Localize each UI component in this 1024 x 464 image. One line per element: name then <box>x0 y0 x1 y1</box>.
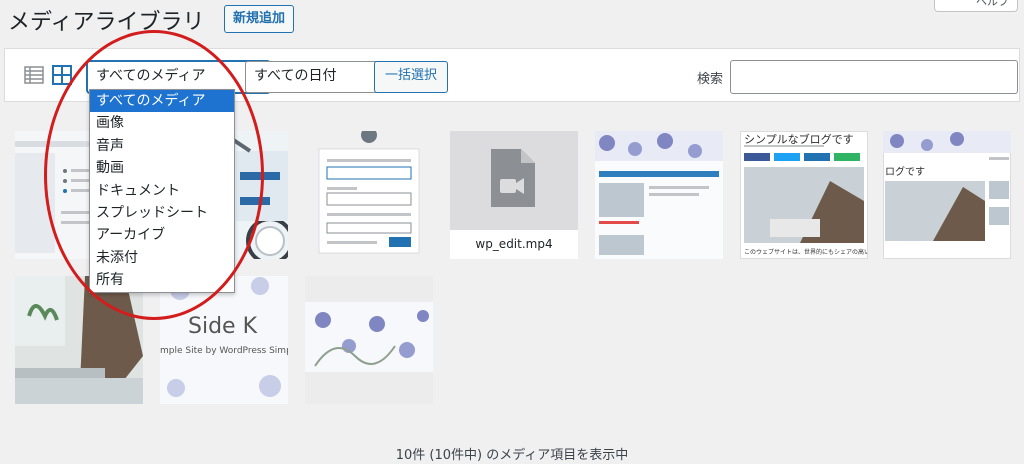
help-tab[interactable]: ヘルプ <box>934 0 1018 12</box>
blog-tile-title: シンプルなブログです <box>744 133 854 146</box>
media-tile[interactable]: シンプルなブログです このウェブサイトは、世界的にもシェアの高いコンテン <box>740 131 868 259</box>
search-input[interactable] <box>730 60 1018 94</box>
blog-tile-footer: このウェブサイトは、世界的にもシェアの高いコンテン <box>744 249 868 256</box>
blog-tile-title-partial: ログです <box>885 167 925 178</box>
floral-banner-thumbnail <box>305 276 433 404</box>
blog-site-thumbnail-2 <box>883 131 1011 241</box>
media-count-text: 10件 (10件中) のメディア項目を表示中 <box>395 448 629 463</box>
login-screen-thumbnail <box>305 131 433 259</box>
list-view-icon[interactable] <box>23 64 45 86</box>
video-filename: wp_edit.mp4 <box>450 229 578 259</box>
media-tile[interactable] <box>305 276 433 404</box>
add-new-button[interactable]: 新規追加 <box>224 5 295 33</box>
date-select-value: すべての日付 <box>254 68 337 84</box>
search-label: 検索 <box>697 72 724 87</box>
media-tile[interactable] <box>595 131 723 259</box>
floral-site-thumbnail <box>595 131 723 259</box>
bulk-select-button[interactable]: 一括選択 <box>374 61 449 93</box>
sidek-tagline: mple Site by WordPress Simp <box>160 346 288 356</box>
video-tile[interactable]: wp_edit.mp4 <box>450 131 578 259</box>
media-tile[interactable] <box>305 131 433 259</box>
video-file-icon <box>491 149 535 207</box>
media-tile[interactable]: ログです <box>883 131 1011 259</box>
annotation-ellipse <box>44 30 264 320</box>
sidek-logo-text: Side K <box>188 314 257 339</box>
blog-site-thumbnail <box>744 145 864 243</box>
page-title: メディアライブラリ <box>8 10 205 35</box>
